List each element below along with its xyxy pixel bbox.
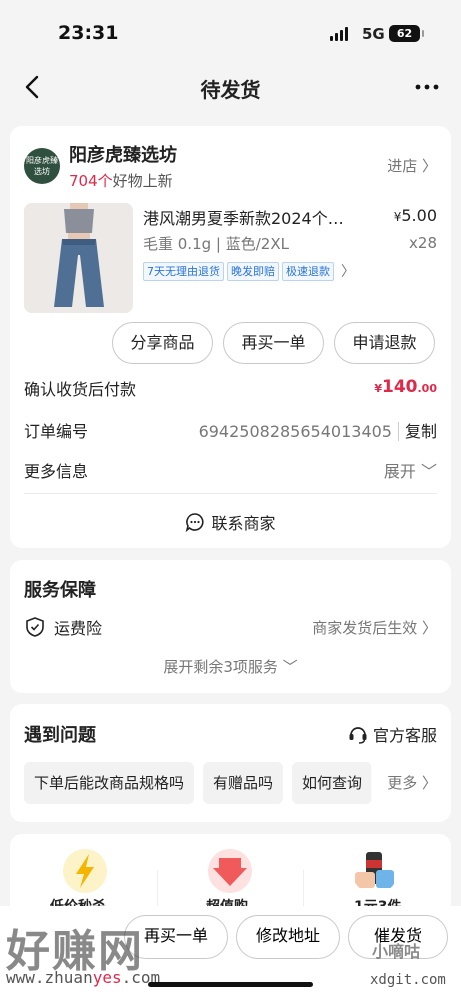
change-address-button[interactable]: 修改地址 (236, 915, 340, 959)
faq-chip[interactable]: 下单后能改商品规格吗 (24, 762, 195, 804)
enter-shop-link[interactable]: 进店 〉 (387, 155, 437, 176)
home-indicator[interactable] (148, 982, 313, 987)
more-info-label: 更多信息 (24, 462, 89, 481)
shop-product-count: 704个 (69, 172, 113, 190)
faq-more-link[interactable]: 更多 〉 (371, 762, 437, 804)
chat-bubble-icon (186, 513, 205, 532)
more-options-icon[interactable] (412, 74, 442, 100)
copy-order-button[interactable]: 复制 (397, 422, 437, 441)
problems-card: 遇到问题 官方客服 下单后能改商品规格吗 有赠品吗 如何查询 更多 〉 (10, 704, 451, 822)
expand-services-link[interactable]: 展开剩余3项服务 ﹀ (10, 656, 451, 677)
request-refund-button[interactable]: 申请退款 (334, 322, 435, 364)
divider (24, 493, 437, 494)
problems-title: 遇到问题 (24, 725, 96, 746)
order-number-label: 订单编号 (24, 422, 89, 441)
payment-amount: ¥140.00 (374, 377, 437, 397)
contact-merchant-label: 联系商家 (211, 514, 276, 533)
customer-service-link[interactable]: 官方客服 (347, 722, 437, 746)
shop-product-suffix: 好物上新 (112, 172, 173, 190)
divider (157, 870, 158, 910)
product-title[interactable]: 港风潮男夏季新款2024个… (143, 205, 371, 229)
more-info-expand[interactable]: 展开 ﹀ (384, 458, 437, 482)
signal-icon (330, 27, 348, 41)
service-tags[interactable]: 7天无理由退货 晚发即赔 极速退款 〉 (143, 261, 355, 281)
service-card: 服务保障 运费险 商家发货后生效 〉 展开剩余3项服务 ﹀ (10, 560, 451, 693)
tag-late-compensation: 晚发即赔 (227, 261, 279, 281)
tag-7day-return: 7天无理由退货 (143, 261, 224, 281)
shop-logo[interactable]: 阳彦虎臻选坊 (24, 148, 60, 184)
product-bundle-icon[interactable] (352, 848, 398, 894)
watermark-url-right: xdgit.com (370, 972, 446, 988)
watermark-url-left: www.zhuanyes.com (6, 968, 161, 987)
faq-chip[interactable]: 有赠品吗 (203, 762, 284, 804)
network-type: 5G (362, 25, 385, 43)
product-spec: 毛重 0.1g | 蓝色/2XL (143, 235, 289, 253)
chevron-right-icon: 〉 (341, 264, 355, 280)
watermark-logo-right: 小嘀咕 (372, 942, 421, 961)
shipping-insurance-row[interactable]: 运费险 (24, 615, 102, 639)
headset-icon (349, 727, 367, 744)
lightning-icon[interactable] (62, 848, 108, 894)
nav-bar: 待发货 (0, 62, 461, 112)
divider (303, 870, 304, 910)
page-title: 待发货 (200, 78, 261, 102)
service-title: 服务保障 (24, 580, 96, 601)
battery-icon: 62 (389, 25, 424, 42)
product-image[interactable] (24, 203, 133, 313)
promo-card: 低价秒杀 超值购 1元3件 (10, 834, 451, 915)
shop-new-products: 704个好物上新 (69, 170, 173, 191)
shipping-insurance-status[interactable]: 商家发货后生效 〉 (312, 617, 437, 638)
order-card: 阳彦虎臻选坊 阳彦虎臻选坊 704个好物上新 进店 〉 港风潮男夏季新款2024… (10, 126, 451, 548)
payment-label: 确认收货后付款 (24, 380, 137, 399)
order-number-value: 6942508285654013405 (198, 422, 392, 441)
status-bar: 23:31 5G 62 (0, 0, 461, 62)
shield-check-icon (26, 617, 44, 637)
jeans-model-illustration (24, 203, 133, 313)
product-price: ¥5.00 (393, 206, 437, 225)
contact-merchant-button[interactable]: 联系商家 (10, 510, 451, 534)
tag-fast-refund: 极速退款 (282, 261, 334, 281)
share-product-button[interactable]: 分享商品 (112, 322, 213, 364)
faq-chip[interactable]: 如何查询 (292, 762, 373, 804)
product-quantity: x28 (409, 234, 437, 252)
shipping-insurance-label: 运费险 (54, 619, 103, 638)
rebuy-button[interactable]: 再买一单 (223, 322, 324, 364)
order-number-row: 6942508285654013405 复制 (199, 418, 437, 442)
status-time: 23:31 (58, 22, 119, 44)
down-arrow-icon[interactable] (207, 848, 253, 894)
customer-service-label: 官方客服 (372, 726, 437, 745)
shop-name[interactable]: 阳彦虎臻选坊 (69, 141, 177, 167)
